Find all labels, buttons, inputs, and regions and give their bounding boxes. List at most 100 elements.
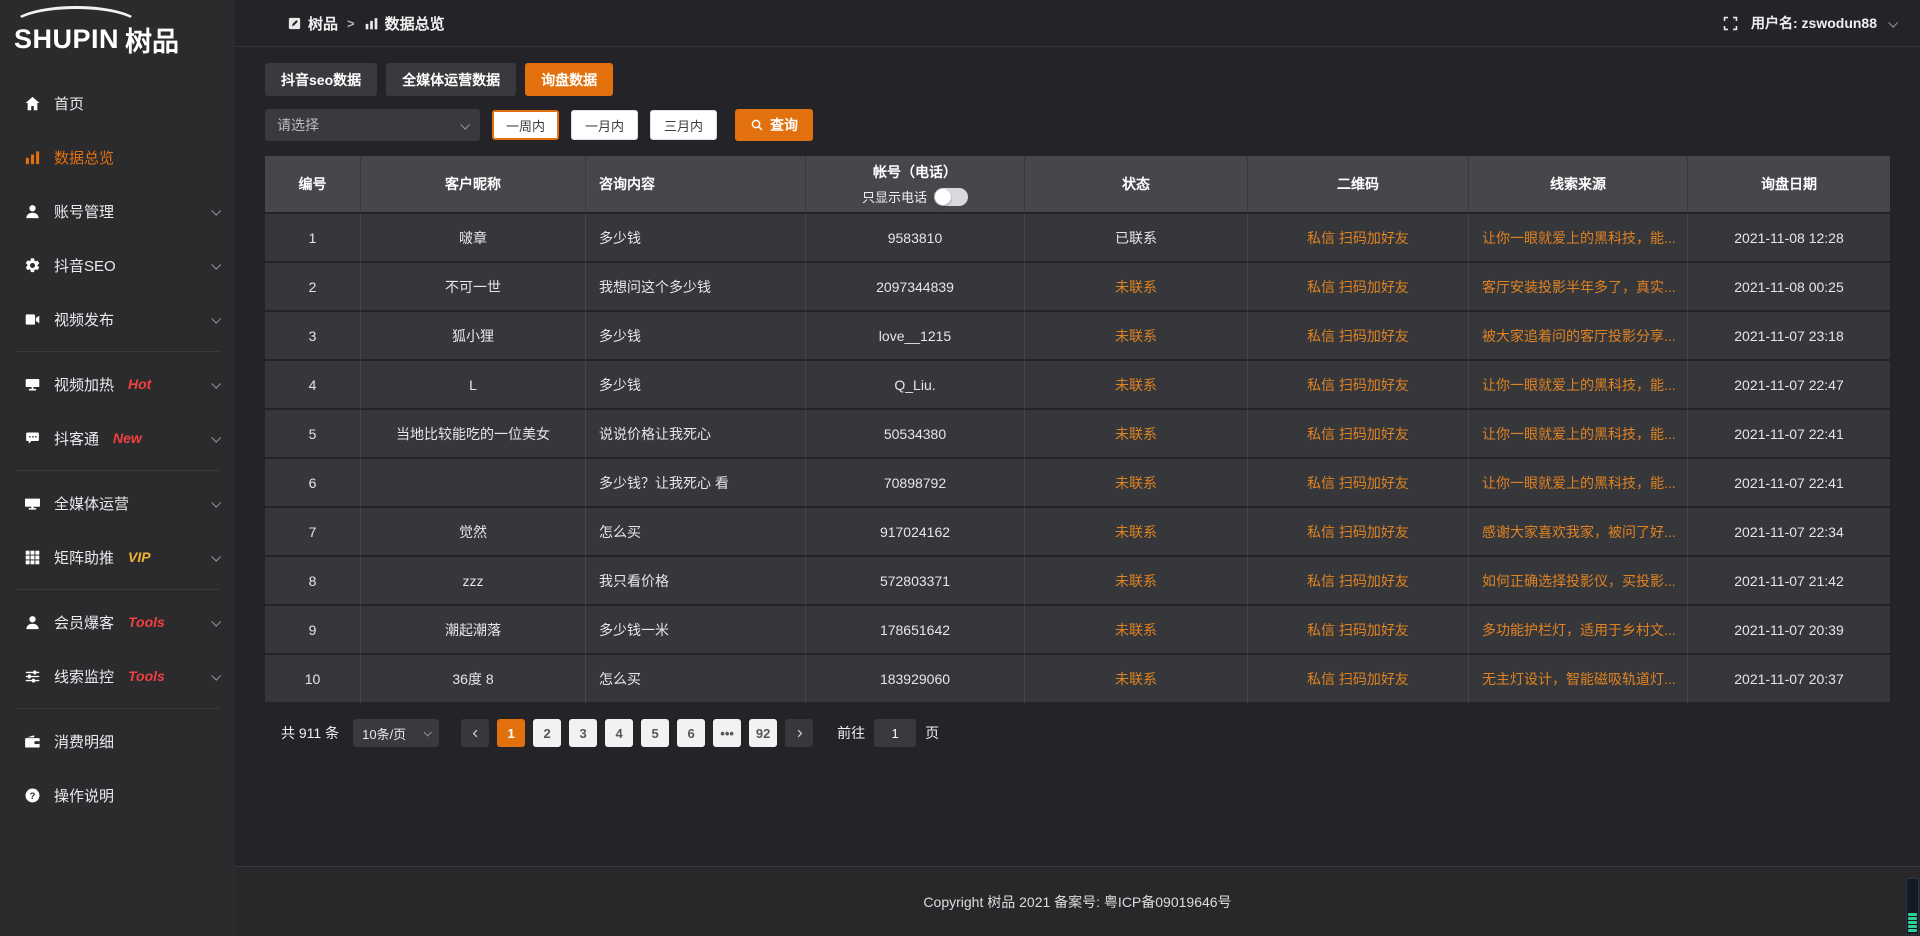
cell-source-link[interactable]: 让你一眼就爱上的黑科技，能... [1469,459,1688,508]
cell-date: 2021-11-07 20:39 [1688,606,1890,655]
filter-select[interactable]: 请选择 [265,109,480,141]
sidebar-item-badge: Tools [128,668,165,684]
cell-date: 2021-11-07 22:47 [1688,361,1890,410]
board-icon [287,16,302,31]
page-button-6[interactable]: 6 [677,719,705,747]
pagination-prev-button[interactable] [461,719,489,747]
pagination-next-button[interactable] [785,719,813,747]
cell-status: 已联系 [1025,214,1248,263]
cell-qrcode-links[interactable]: 私信 扫码加好友 [1248,606,1469,655]
cell-source-link[interactable]: 如何正确选择投影仪，买投影... [1469,557,1688,606]
cell-source-link[interactable]: 让你一眼就爱上的黑科技，能... [1469,214,1688,263]
cell-qrcode-links[interactable]: 私信 扫码加好友 [1248,312,1469,361]
phone-only-toggle[interactable] [934,188,968,206]
table-row: 3狐小狸多少钱love__1215未联系私信 扫码加好友被大家追着问的客厅投影分… [265,312,1890,361]
chart-icon [364,16,379,31]
cell-source-link[interactable]: 让你一眼就爱上的黑科技，能... [1469,361,1688,410]
sidebar-item-douyin-seo[interactable]: 抖音SEO [0,238,235,292]
table-row: 1036度 8怎么买183929060未联系私信 扫码加好友无主灯设计，智能磁吸… [265,655,1890,704]
cell-account: 9583810 [806,214,1025,263]
sidebar-item-operation-guide[interactable]: ?操作说明 [0,768,235,822]
sidebar-item-consume-detail[interactable]: 消费明细 [0,714,235,768]
member-icon [24,614,41,631]
goto-page-input[interactable] [874,719,916,747]
breadcrumb-data-overview[interactable]: 数据总览 [364,13,445,34]
sidebar-item-doketong[interactable]: 抖客通New [0,411,235,465]
breadcrumb-label: 数据总览 [385,13,445,34]
page-button-1[interactable]: 1 [497,719,525,747]
search-button[interactable]: 查询 [735,109,813,141]
cell-qrcode-links[interactable]: 私信 扫码加好友 [1248,361,1469,410]
cell-qrcode-links[interactable]: 私信 扫码加好友 [1248,655,1469,704]
grid-icon [24,549,41,566]
cell-account: 178651642 [806,606,1025,655]
username[interactable]: 用户名: zswodun88 [1751,13,1877,33]
sidebar-item-home[interactable]: 首页 [0,76,235,130]
cell-source-link[interactable]: 多功能护栏灯，适用于乡村文... [1469,606,1688,655]
sidebar-item-label: 消费明细 [54,731,114,752]
cell-account: 70898792 [806,459,1025,508]
period-quarter-button[interactable]: 三月内 [650,110,717,140]
page-button-92[interactable]: 92 [749,719,777,747]
cell-source-link[interactable]: 让你一眼就爱上的黑科技，能... [1469,410,1688,459]
table-header-row: 编号 客户昵称 咨询内容 帐号（电话） 只显示电话 状态 二维码 线索来源 [265,156,1890,214]
sidebar-item-video-publish[interactable]: 视频发布 [0,292,235,346]
cell-qrcode-links[interactable]: 私信 扫码加好友 [1248,263,1469,312]
sidebar-item-account-manage[interactable]: 账号管理 [0,184,235,238]
sidebar: SHUPIN 树品 首页数据总览账号管理抖音SEO视频发布视频加热Hot抖客通N… [0,0,235,936]
cell-nickname: 不可一世 [361,263,586,312]
main-area: 树品>数据总览 用户名: zswodun88 抖音seo数据全媒体运营数据询盘数… [235,0,1920,936]
tab-inquiry-data[interactable]: 询盘数据 [525,63,613,96]
logo[interactable]: SHUPIN 树品 [14,10,235,68]
sidebar-item-member-boom[interactable]: 会员爆客Tools [0,595,235,649]
inquiry-table: 编号 客户昵称 咨询内容 帐号（电话） 只显示电话 状态 二维码 线索来源 [265,156,1890,704]
page-button-5[interactable]: 5 [641,719,669,747]
heat-icon [24,376,41,393]
cell-date: 2021-11-07 22:34 [1688,508,1890,557]
goto-suffix-label: 页 [925,723,939,743]
cell-qrcode-links[interactable]: 私信 扫码加好友 [1248,214,1469,263]
cell-content: 说说价格让我死心 [586,410,806,459]
cell-qrcode-links[interactable]: 私信 扫码加好友 [1248,410,1469,459]
pagination: 共 911 条10条/页123456•••92前往页 [281,719,1890,747]
cell-id: 3 [265,312,361,361]
cell-content: 我想问这个多少钱 [586,263,806,312]
content: 抖音seo数据全媒体运营数据询盘数据 请选择 一周内一月内三月内 查询 [235,47,1920,866]
cell-qrcode-links[interactable]: 私信 扫码加好友 [1248,508,1469,557]
sidebar-item-data-overview[interactable]: 数据总览 [0,130,235,184]
cell-qrcode-links[interactable]: 私信 扫码加好友 [1248,557,1469,606]
chevron-left-icon [470,728,481,739]
page-button-2[interactable]: 2 [533,719,561,747]
page-button-3[interactable]: 3 [569,719,597,747]
cell-source-link[interactable]: 无主灯设计，智能磁吸轨道灯... [1469,655,1688,704]
sidebar-item-clue-monitor[interactable]: 线索监控Tools [0,649,235,703]
page-size-select[interactable]: 10条/页 [353,719,439,747]
chevron-down-icon[interactable] [1888,17,1898,27]
tab-media-operation-data[interactable]: 全媒体运营数据 [386,63,516,96]
cell-date: 2021-11-07 21:42 [1688,557,1890,606]
cell-source-link[interactable]: 感谢大家喜欢我家，被问了好... [1469,508,1688,557]
sidebar-item-video-heat[interactable]: 视频加热Hot [0,357,235,411]
chevron-down-icon [211,616,221,626]
fullscreen-icon[interactable] [1722,15,1739,32]
tab-douyin-seo-data[interactable]: 抖音seo数据 [265,63,377,96]
cell-source-link[interactable]: 客厅安装投影半年多了，真实... [1469,263,1688,312]
column-header-id: 编号 [265,156,361,214]
page-button-4[interactable]: 4 [605,719,633,747]
sidebar-item-badge: VIP [128,549,151,565]
period-month-button[interactable]: 一月内 [571,110,638,140]
cell-nickname: 当地比较能吃的一位美女 [361,410,586,459]
video-icon [24,311,41,328]
period-week-button[interactable]: 一周内 [492,110,559,140]
monitor-icon [24,495,41,512]
toggle-knob [935,189,951,205]
page-ellipsis-button[interactable]: ••• [713,719,741,747]
cell-nickname: L [361,361,586,410]
sidebar-item-media-operation[interactable]: 全媒体运营 [0,476,235,530]
cell-id: 10 [265,655,361,704]
cell-content: 多少钱？让我死心 看 [586,459,806,508]
sidebar-item-matrix-boost[interactable]: 矩阵助推VIP [0,530,235,584]
cell-qrcode-links[interactable]: 私信 扫码加好友 [1248,459,1469,508]
breadcrumb-shupin[interactable]: 树品 [287,13,338,34]
cell-source-link[interactable]: 被大家追着问的客厅投影分享... [1469,312,1688,361]
